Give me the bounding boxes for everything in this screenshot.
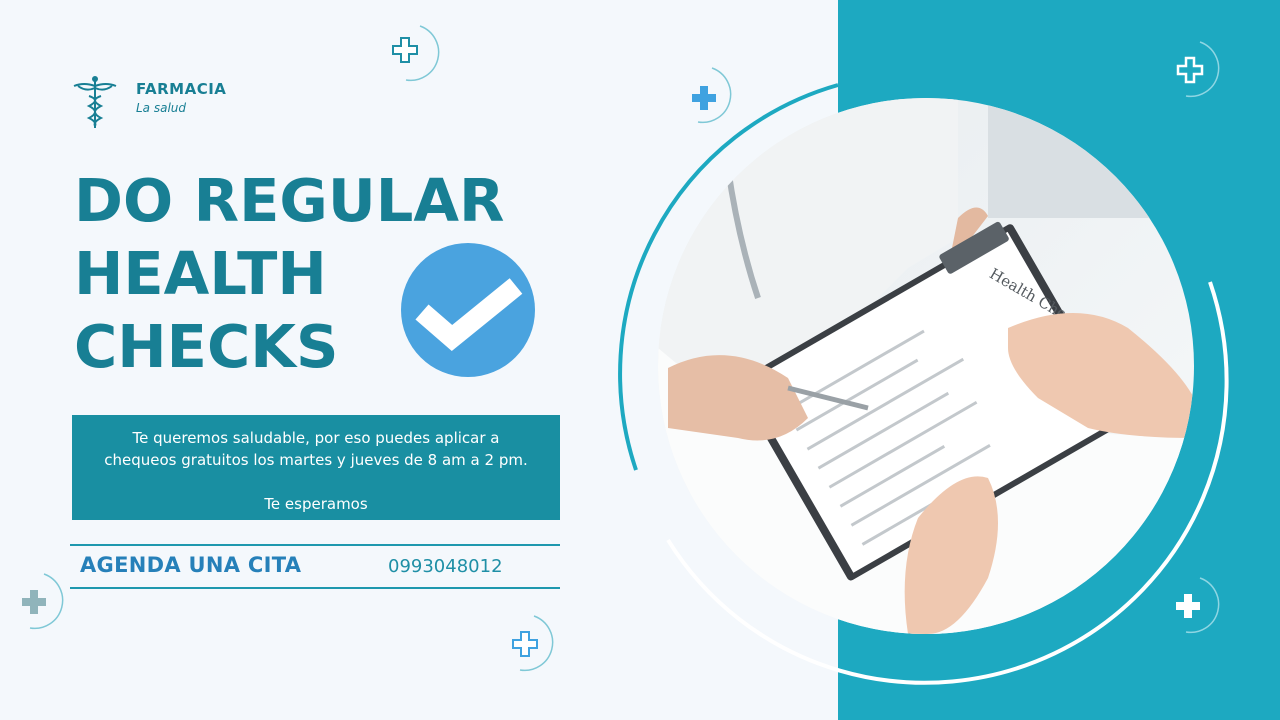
plus-icon: [4, 572, 64, 632]
phone-number[interactable]: 0993048012: [388, 556, 503, 577]
plus-icon: [1160, 40, 1220, 100]
info-line: Te queremos saludable, por eso puedes ap…: [132, 429, 500, 447]
doctor-photo: Health Check: [658, 98, 1194, 634]
brand-name: FARMACIA: [136, 80, 227, 98]
divider: [70, 544, 560, 546]
divider: [70, 587, 560, 589]
headline-line: DO REGULAR: [74, 166, 505, 235]
info-closing: Te esperamos: [264, 495, 368, 513]
plus-icon: [1160, 576, 1220, 636]
cta-label[interactable]: AGENDA UNA CITA: [80, 553, 301, 577]
info-line: chequeos gratuitos los martes y jueves d…: [104, 451, 528, 469]
plus-icon: [672, 66, 732, 126]
plus-icon: [494, 614, 554, 674]
check-icon: [400, 242, 536, 378]
info-box: Te queremos saludable, por eso puedes ap…: [72, 415, 560, 520]
brand-tagline: La salud: [136, 101, 187, 115]
caduceus-icon: [70, 74, 120, 130]
plus-icon: [380, 24, 440, 84]
